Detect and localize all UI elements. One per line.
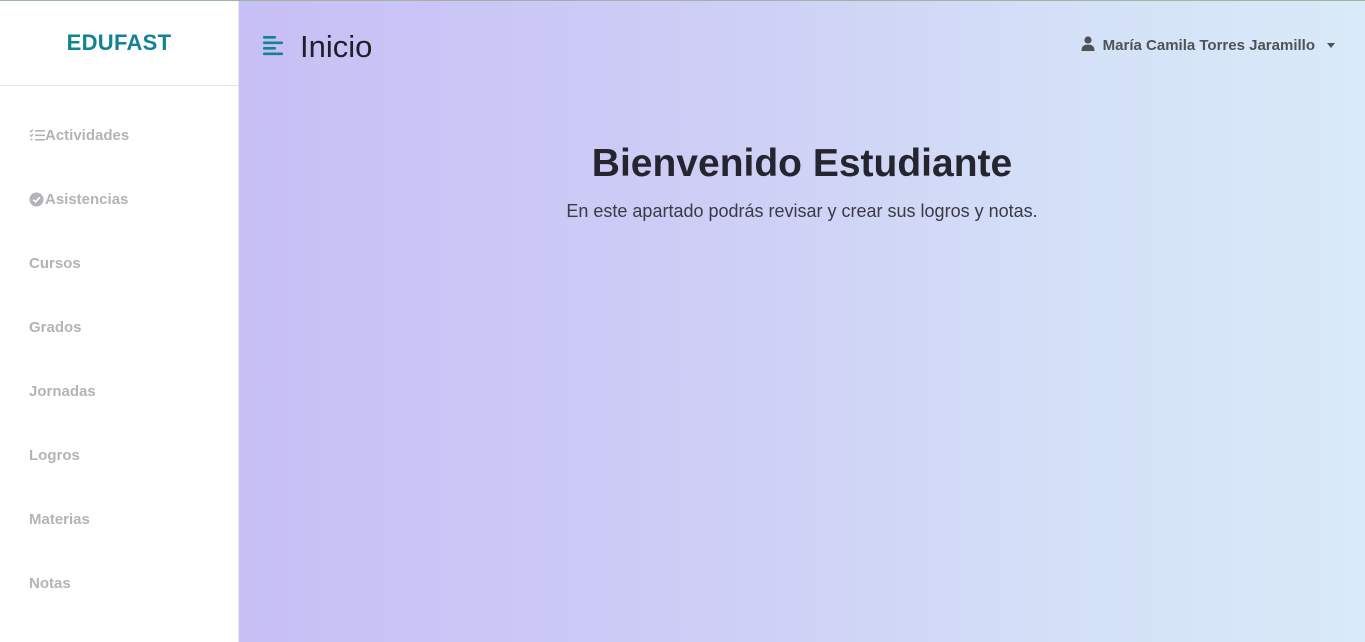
sidebar-item-label: Materias xyxy=(29,510,90,528)
sidebar-item-label: Notas xyxy=(29,574,71,592)
sidebar-item-label: Actividades xyxy=(45,126,130,144)
welcome-heading: Bienvenido Estudiante xyxy=(591,142,1013,185)
check-circle-icon xyxy=(29,191,45,207)
chevron-down-icon xyxy=(1327,43,1335,48)
page-title: Inicio xyxy=(300,29,373,64)
sidebar-item-logros[interactable]: Logros xyxy=(29,443,80,467)
main-content: Inicio María Camila Torres Jaramillo Bie… xyxy=(239,1,1365,642)
sidebar-item-label: Jornadas xyxy=(29,382,96,400)
sidebar-item-asistencias[interactable]: Asistencias xyxy=(29,187,128,211)
sidebar-item-label: Grados xyxy=(29,318,82,336)
topbar: Inicio María Camila Torres Jaramillo xyxy=(239,1,1365,91)
user-menu-dropdown[interactable]: María Camila Torres Jaramillo xyxy=(1081,36,1335,55)
user-icon xyxy=(1081,36,1095,55)
sidebar-item-cursos[interactable]: Cursos xyxy=(29,251,81,275)
brand-header: EDUFAST xyxy=(0,1,238,86)
welcome-subtitle: En este apartado podrás revisar y crear … xyxy=(566,201,1038,221)
sidebar-item-actividades[interactable]: Actividades xyxy=(29,123,129,147)
welcome-section: Bienvenido Estudiante En este apartado p… xyxy=(239,139,1365,222)
sidebar: EDUFAST Actividades Asistencias Cursos G… xyxy=(0,1,239,642)
menu-icon[interactable] xyxy=(262,34,286,58)
checklist-icon xyxy=(29,127,45,143)
sidebar-item-grados[interactable]: Grados xyxy=(29,315,82,339)
sidebar-item-label: Cursos xyxy=(29,254,81,272)
user-name: María Camila Torres Jaramillo xyxy=(1102,37,1315,54)
sidebar-item-materias[interactable]: Materias xyxy=(29,507,90,531)
sidebar-item-label: Logros xyxy=(29,446,80,464)
sidebar-item-notas[interactable]: Notas xyxy=(29,571,71,595)
sidebar-item-label: Asistencias xyxy=(45,190,129,208)
sidebar-item-jornadas[interactable]: Jornadas xyxy=(29,379,96,403)
brand-logo-text[interactable]: EDUFAST xyxy=(67,30,172,56)
